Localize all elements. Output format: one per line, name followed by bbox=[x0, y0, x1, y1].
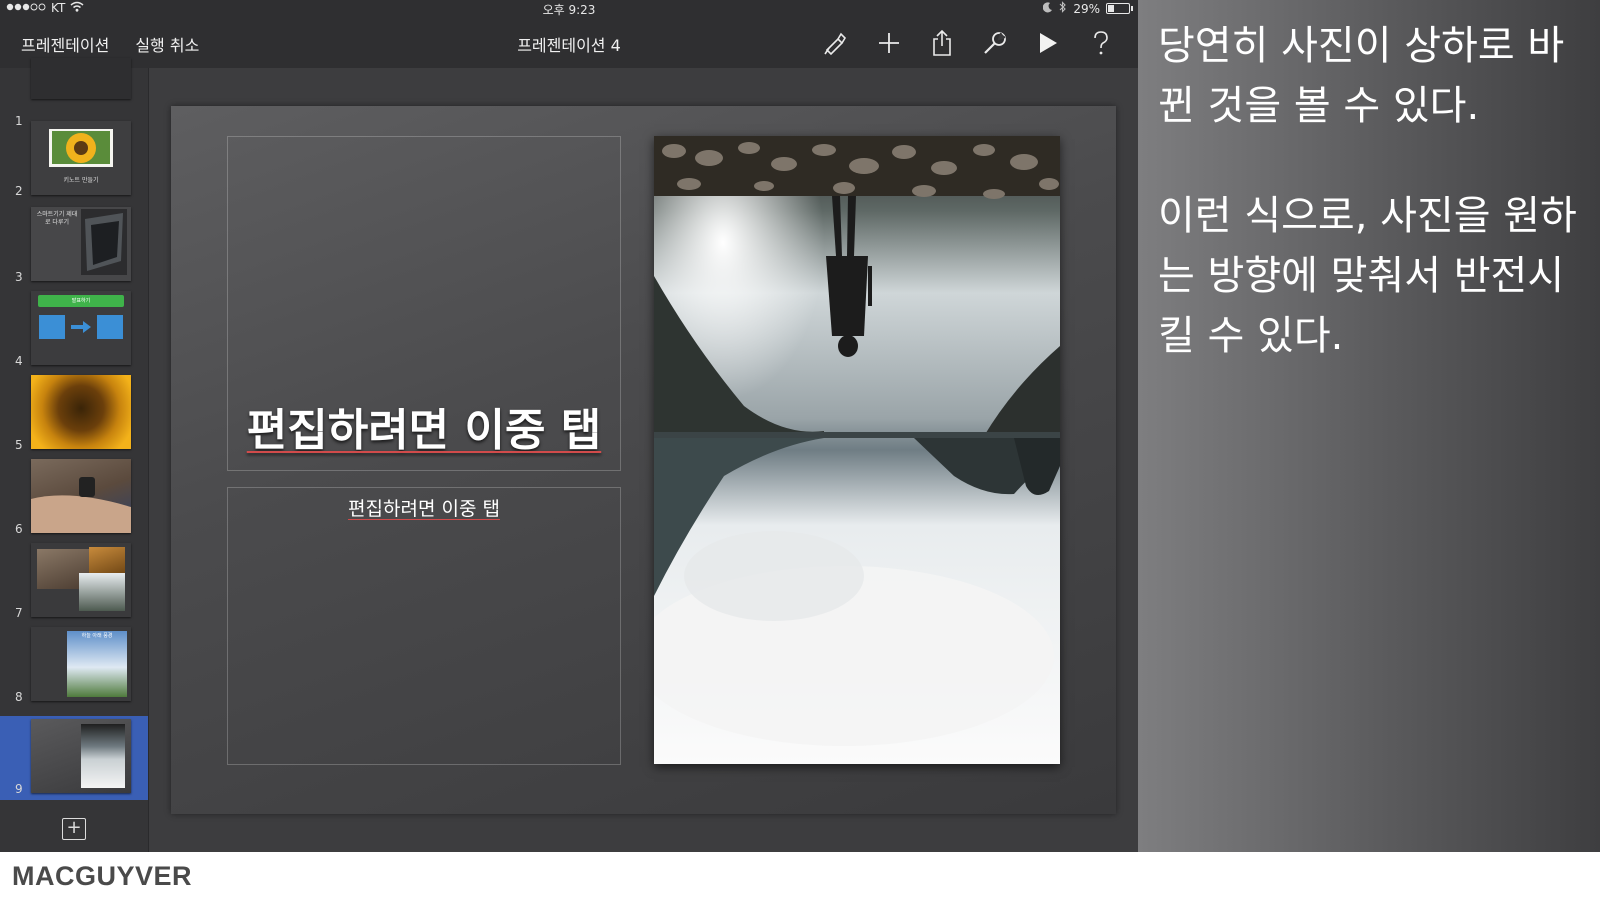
slide-thumbnail[interactable]: 스마트기기 제대로 다루기 bbox=[31, 207, 131, 281]
moon-icon bbox=[1043, 1, 1053, 16]
slide-thumbnail-row-5[interactable]: 5 bbox=[0, 372, 148, 456]
slide-thumbnail[interactable]: 발표하기 bbox=[31, 291, 131, 365]
presentations-back-button[interactable]: 프레젠테이션 bbox=[21, 32, 109, 56]
share-icon[interactable] bbox=[926, 27, 957, 58]
slide-thumbnail-row-3[interactable]: 스마트기기 제대로 다루기 3 bbox=[0, 204, 148, 288]
slide-thumbnail-row-6[interactable]: 6 bbox=[0, 456, 148, 540]
status-bar: KT 오후 9:23 29% bbox=[0, 0, 1138, 17]
plus-icon[interactable] bbox=[873, 27, 904, 58]
format-brush-icon[interactable] bbox=[820, 27, 851, 58]
slide-thumbnail[interactable]: 하늘 아래 풍경 bbox=[31, 627, 131, 701]
undo-button[interactable]: 실행 취소 bbox=[135, 32, 199, 56]
device-photo bbox=[81, 209, 127, 275]
title-placeholder-text: 편집하려면 이중 탭 bbox=[246, 405, 602, 456]
slide-thumb-caption: 하늘 아래 풍경 bbox=[81, 633, 113, 639]
slide-number: 4 bbox=[15, 354, 23, 368]
play-icon[interactable] bbox=[1032, 27, 1063, 58]
body-placeholder-text: 편집하려면 이중 탭 bbox=[348, 498, 500, 520]
flipped-landscape-photo bbox=[654, 136, 1060, 764]
add-slide-button[interactable]: + bbox=[62, 818, 86, 840]
slide-number: 9 bbox=[15, 782, 23, 796]
footer: MACGUYVER bbox=[0, 852, 1600, 900]
slide-thumbnail-row-8[interactable]: 하늘 아래 풍경 8 bbox=[0, 624, 148, 708]
slide-thumb-caption: 스마트기기 제대로 다루기 bbox=[36, 211, 78, 226]
slide-thumbnail[interactable] bbox=[31, 719, 131, 793]
flipped-photo[interactable] bbox=[654, 136, 1060, 764]
slide-thumbnail[interactable] bbox=[31, 58, 131, 99]
slide-thumbnail[interactable]: 키노트 만들기 bbox=[31, 121, 131, 195]
battery-icon bbox=[1106, 3, 1133, 14]
slide-number: 2 bbox=[15, 184, 23, 198]
slide-number: 5 bbox=[15, 438, 23, 452]
slide-thumbnail-row-2[interactable]: 키노트 만들기 2 bbox=[0, 118, 148, 202]
slide-thumbnail[interactable] bbox=[31, 543, 131, 617]
slide-thumbnail-row-9[interactable]: 9 bbox=[0, 716, 148, 800]
status-time: 오후 9:23 bbox=[542, 3, 596, 17]
document-title[interactable]: 프레젠테이션 4 bbox=[517, 36, 621, 55]
annotation-text-2: 이런 식으로, 사진을 원하는 방향에 맞춰서 반전시킬 수 있다. bbox=[1158, 193, 1577, 359]
bluetooth-icon bbox=[1059, 1, 1067, 16]
slide-navigator: 1 키노트 만들기 2 스마트기기 제대로 다루기 3 발표하기 4 5 6 7… bbox=[0, 58, 148, 852]
toolbar: 프레젠테이션 4 프레젠테이션 실행 취소 bbox=[0, 17, 1138, 68]
brand-watermark: MACGUYVER bbox=[12, 861, 193, 891]
slide-number: 3 bbox=[15, 270, 23, 284]
slide-number: 6 bbox=[15, 522, 23, 536]
help-icon[interactable] bbox=[1085, 27, 1116, 58]
annotation-text-1: 당연히 사진이 상하로 바뀐 것을 볼 수 있다. bbox=[1158, 23, 1565, 129]
slide-number: 7 bbox=[15, 606, 23, 620]
slide-thumbnail[interactable] bbox=[31, 375, 131, 449]
slide-thumbnail[interactable] bbox=[31, 459, 131, 533]
ipad-screen: KT 오후 9:23 29% 프레젠테이션 4 프레젠테이션 실행 취소 1 키… bbox=[0, 0, 1138, 852]
battery-percent: 29% bbox=[1073, 1, 1100, 16]
slide-number: 8 bbox=[15, 690, 23, 704]
annotation-panel: 당연히 사진이 상하로 바뀐 것을 볼 수 있다. 이런 식으로, 사진을 원하… bbox=[1138, 0, 1600, 852]
slide-thumbnail-row-7[interactable]: 7 bbox=[0, 540, 148, 624]
battery-fill bbox=[1108, 5, 1114, 12]
slide[interactable]: 편집하려면 이중 탭 편집하려면 이중 탭 bbox=[171, 106, 1116, 814]
title-placeholder[interactable]: 편집하려면 이중 탭 bbox=[227, 136, 621, 471]
slide-thumb-caption: 키노트 만들기 bbox=[63, 177, 99, 184]
wrench-icon[interactable] bbox=[979, 27, 1010, 58]
body-placeholder[interactable]: 편집하려면 이중 탭 bbox=[227, 487, 621, 765]
slide-thumbnail-row-4[interactable]: 발표하기 4 bbox=[0, 288, 148, 372]
slide-thumb-caption: 발표하기 bbox=[71, 298, 91, 304]
watch-photo bbox=[31, 477, 131, 533]
